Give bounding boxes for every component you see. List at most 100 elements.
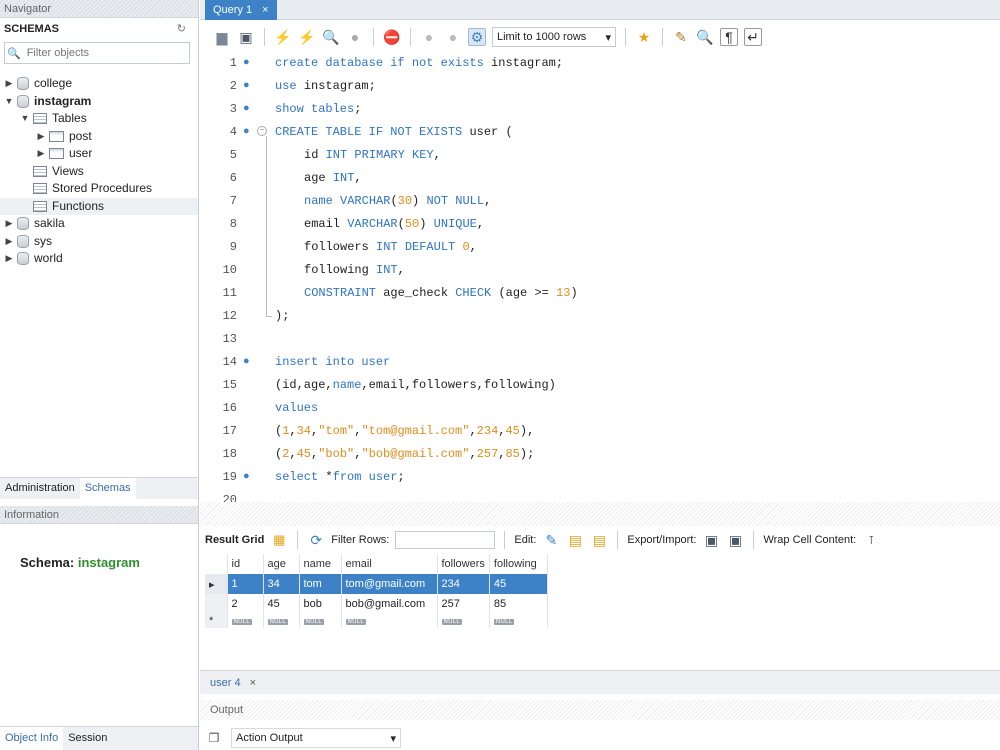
tree-item-user[interactable]: ▶ user <box>0 145 198 162</box>
column-header-email[interactable]: email <box>341 554 438 574</box>
code-line[interactable]: 4 ● − CREATE TABLE IF NOT EXISTS user ( <box>205 121 1000 143</box>
code-line[interactable]: 8 email VARCHAR(50) UNIQUE, <box>205 213 1000 235</box>
null-cell-id[interactable]: NULL <box>227 614 264 628</box>
wrap-cell-icon[interactable]: ⊺ <box>862 531 880 549</box>
cell-age[interactable]: 34 <box>263 574 300 594</box>
save-icon[interactable]: ▣ <box>237 28 255 46</box>
execute-current-icon[interactable]: ⚡ <box>298 28 316 46</box>
tree-item-tables[interactable]: ▼ Tables <box>0 110 198 127</box>
limit-rows-select[interactable]: Limit to 1000 rows ▾ <box>492 27 616 47</box>
code-line[interactable]: 5 id INT PRIMARY KEY, <box>205 144 1000 166</box>
cell-id[interactable]: 2 <box>227 594 264 614</box>
tree-item-college[interactable]: ▶ college <box>0 75 198 92</box>
code-line[interactable]: 18 (2,45,"bob","bob@gmail.com",257,85); <box>205 443 1000 465</box>
autocommit-icon[interactable]: ⚙ <box>468 28 486 46</box>
wrap-lines-icon[interactable]: ↵ <box>744 28 762 46</box>
delete-row-icon[interactable]: ▤ <box>590 531 608 549</box>
copy-icon[interactable]: ❐ <box>205 729 223 747</box>
cell-email[interactable]: tom@gmail.com <box>341 574 438 594</box>
tree-item-instagram[interactable]: ▼ instagram <box>0 93 198 110</box>
table-row[interactable]: 2 45 bob bob@gmail.com 257 85 <box>205 594 548 614</box>
code-line[interactable]: 11 CONSTRAINT age_check CHECK (age >= 13) <box>205 282 1000 304</box>
code-line[interactable]: 14 ● insert into user <box>205 351 1000 373</box>
column-header-id[interactable]: id <box>227 554 264 574</box>
collapsed-arrow-icon[interactable]: ▶ <box>4 250 14 267</box>
code-line[interactable]: 2 ● use instagram; <box>205 75 1000 97</box>
collapsed-arrow-icon[interactable]: ▶ <box>4 215 14 232</box>
sql-editor[interactable]: 1 ● create database if not exists instagra… <box>205 52 1000 502</box>
null-cell-following[interactable]: NULL <box>489 614 548 628</box>
tab-session[interactable]: Session <box>63 727 112 750</box>
tree-item-functions[interactable]: Functions <box>0 197 198 215</box>
code-line[interactable]: 12); <box>205 305 1000 327</box>
rollback-icon[interactable]: ● <box>444 28 462 46</box>
tab-schemas[interactable]: Schemas <box>79 478 136 499</box>
code-line[interactable]: 6 age INT, <box>205 167 1000 189</box>
code-line[interactable]: 7 name VARCHAR(30) NOT NULL, <box>205 190 1000 212</box>
new-row[interactable]: * NULL NULL NULL NULL NULL NULL <box>205 614 548 628</box>
find-icon[interactable]: 🔍 <box>696 28 714 46</box>
code-line[interactable]: 10 following INT, <box>205 259 1000 281</box>
row-marker[interactable] <box>205 594 228 614</box>
close-icon[interactable]: × <box>250 677 256 689</box>
invisible-chars-icon[interactable]: ¶ <box>720 28 738 46</box>
explain-icon[interactable]: 🔍 <box>322 28 340 46</box>
null-cell-followers[interactable]: NULL <box>437 614 490 628</box>
code-line[interactable]: 9 followers INT DEFAULT 0, <box>205 236 1000 258</box>
tab-user-4[interactable]: user 4 × <box>206 673 260 693</box>
code-line[interactable]: 16 values <box>205 397 1000 419</box>
tab-query-1[interactable]: Query 1 × <box>205 0 277 20</box>
cell-followers[interactable]: 234 <box>437 574 490 594</box>
refresh-icon[interactable]: ↻ <box>177 18 186 40</box>
tree-item-world[interactable]: ▶ world <box>0 250 198 267</box>
bookmark-star-icon[interactable]: ★ <box>635 28 653 46</box>
close-icon[interactable]: × <box>262 4 268 16</box>
collapsed-arrow-icon[interactable]: ▶ <box>36 128 46 145</box>
code-line[interactable]: 20 <box>205 489 1000 502</box>
null-cell-age[interactable]: NULL <box>263 614 300 628</box>
code-line[interactable]: 13 <box>205 328 1000 350</box>
cell-name[interactable]: tom <box>299 574 342 594</box>
execute-icon[interactable]: ⚡ <box>274 28 292 46</box>
fold-toggle-icon[interactable]: − <box>257 126 267 136</box>
stop-icon[interactable]: ● <box>346 28 364 46</box>
output-type-select[interactable]: Action Output ▾ <box>231 728 401 748</box>
filter-objects-input[interactable] <box>26 47 177 59</box>
code-line[interactable]: 3 ● show tables; <box>205 98 1000 120</box>
column-header-name[interactable]: name <box>299 554 342 574</box>
collapsed-arrow-icon[interactable]: ▶ <box>36 145 46 162</box>
cell-age[interactable]: 45 <box>263 594 300 614</box>
column-header-followers[interactable]: followers <box>437 554 490 574</box>
collapsed-arrow-icon[interactable]: ▶ <box>4 233 14 250</box>
code-line[interactable]: 15 (id,age,name,email,followers,following… <box>205 374 1000 396</box>
editor-splitter[interactable] <box>200 502 1000 526</box>
collapsed-arrow-icon[interactable]: ▶ <box>4 75 14 92</box>
grid-view-icon[interactable]: ▦ <box>270 531 288 549</box>
cell-id[interactable]: 1 <box>227 574 264 594</box>
code-line[interactable]: 17 (1,34,"tom","tom@gmail.com",234,45), <box>205 420 1000 442</box>
cell-name[interactable]: bob <box>299 594 342 614</box>
refresh-results-icon[interactable]: ⟳ <box>307 531 325 549</box>
tree-item-sakila[interactable]: ▶ sakila <box>0 215 198 232</box>
export-icon[interactable]: ▣ <box>702 531 720 549</box>
null-cell-email[interactable]: NULL <box>341 614 438 628</box>
tree-item-stored-procedures[interactable]: Stored Procedures <box>0 180 198 197</box>
tab-object-info[interactable]: Object Info <box>0 727 64 750</box>
edit-row-icon[interactable]: ✎ <box>542 531 560 549</box>
code-line[interactable]: 1 ● create database if not exists instagra… <box>205 52 1000 74</box>
commit-icon[interactable]: ● <box>420 28 438 46</box>
filter-rows-input[interactable] <box>395 531 496 549</box>
cell-email[interactable]: bob@gmail.com <box>341 594 438 614</box>
tree-item-views[interactable]: Views <box>0 163 198 180</box>
tree-item-sys[interactable]: ▶ sys <box>0 233 198 250</box>
cell-following[interactable]: 85 <box>489 594 548 614</box>
null-cell-name[interactable]: NULL <box>299 614 342 628</box>
column-header-age[interactable]: age <box>263 554 300 574</box>
tab-administration[interactable]: Administration <box>0 478 80 499</box>
expanded-arrow-icon[interactable]: ▼ <box>20 110 30 127</box>
insert-row-icon[interactable]: ▤ <box>566 531 584 549</box>
import-icon[interactable]: ▣ <box>726 531 744 549</box>
row-marker[interactable]: ▸ <box>205 574 228 594</box>
open-file-icon[interactable]: ▆ <box>213 28 231 46</box>
cell-following[interactable]: 45 <box>489 574 548 594</box>
